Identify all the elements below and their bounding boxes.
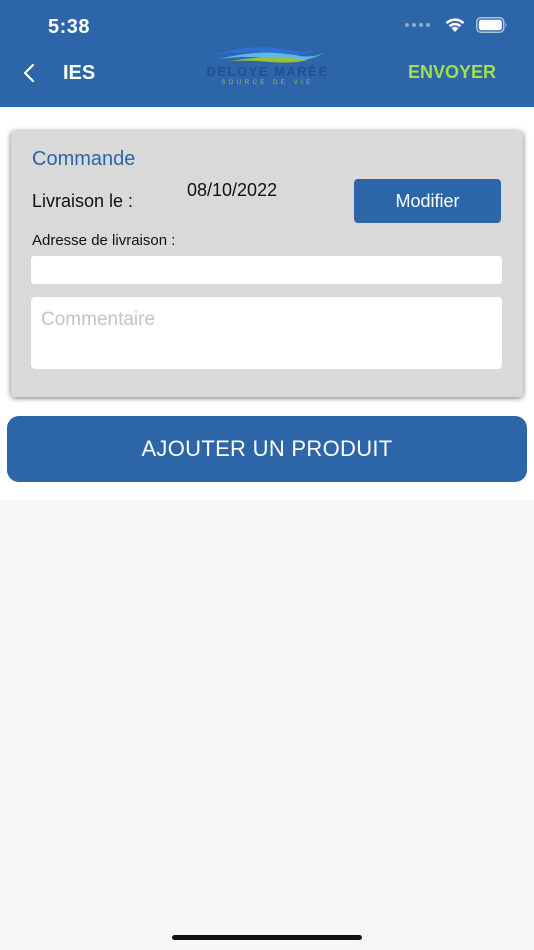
delivery-label: Livraison le : [32,191,134,211]
logo-subtext: SOURCE DE VIE [221,80,314,86]
address-input[interactable] [31,256,502,284]
add-product-button[interactable]: AJOUTER UN PRODUIT [7,416,527,482]
address-label: Adresse de livraison : [32,232,176,249]
order-title: Commande [32,148,136,170]
logo-text: DELOYE MARÉE [206,64,329,79]
modify-date-button[interactable]: Modifier [354,179,501,223]
delivery-date: 08/10/2022 [187,180,278,200]
home-indicator[interactable] [172,935,362,940]
wave-logo-icon [212,47,325,63]
deloye-maree-logo: DELOYE MARÉE SOURCE DE VIE [190,42,345,92]
signal-dots-icon [405,23,430,27]
status-icons [405,17,508,33]
send-button[interactable]: ENVOYER [408,62,496,83]
comment-input[interactable] [31,297,502,369]
navigation-header: 5:38 IES DELOYE MARÉE SOURCE DE VIE ENVO… [0,0,534,107]
screen: 5:38 IES DELOYE MARÉE SOURCE DE VIE ENVO… [0,0,534,950]
wifi-icon [445,18,465,32]
chevron-left-icon [23,63,35,83]
order-card: Commande Livraison le : 08/10/2022 Modif… [11,131,523,397]
status-time: 5:38 [48,16,91,38]
battery-icon [476,17,507,33]
back-label[interactable]: IES [63,62,95,85]
back-button[interactable] [18,60,40,86]
